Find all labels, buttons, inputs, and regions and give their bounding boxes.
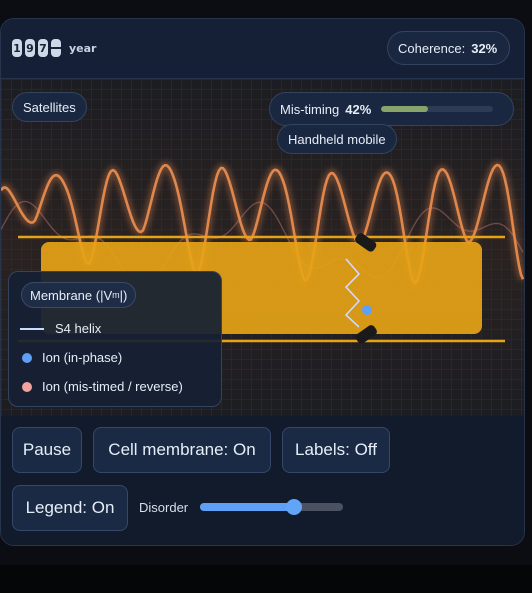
- mistiming-value: 42%: [345, 101, 372, 117]
- s4-helix-swatch: [20, 327, 44, 330]
- bottom-strip: [0, 565, 532, 593]
- coherence-badge: Coherence: 32%: [387, 31, 510, 65]
- legend-item-ion-in-phase: Ion (in-phase): [20, 350, 122, 365]
- disorder-slider-thumb[interactable]: [286, 499, 303, 515]
- year-label: year: [69, 41, 97, 55]
- disorder-label: Disorder: [139, 500, 189, 515]
- simulation-panel: 1 9 7 0 year Coherence: 32%: [0, 18, 525, 546]
- year-digit: 0: [51, 39, 61, 57]
- legend-item-label: S4 helix: [55, 321, 102, 336]
- handheld-label: Handheld mobile: [277, 124, 397, 154]
- coherence-value: 32%: [471, 40, 498, 56]
- disorder-slider-fill: [200, 503, 295, 511]
- year-digit: 1: [12, 39, 22, 57]
- mistiming-label: Mis-timing: [280, 101, 340, 117]
- pause-button[interactable]: Pause: [12, 427, 82, 473]
- legend-title-end: |): [119, 287, 128, 303]
- satellites-text: Satellites: [23, 99, 76, 115]
- year-digit: 9: [25, 39, 35, 57]
- legend-toggle[interactable]: Legend: On: [12, 485, 128, 531]
- legend-item-ion-mistimed: Ion (mis-timed / reverse): [20, 379, 183, 394]
- handheld-text: Handheld mobile: [288, 131, 386, 147]
- header-bar: 1 9 7 0 year Coherence: 32%: [1, 19, 524, 79]
- year-digit: 7: [38, 39, 48, 57]
- ion-in-phase: [362, 305, 372, 315]
- coherence-label: Coherence:: [398, 40, 466, 56]
- mistiming-badge: Mis-timing 42%: [269, 92, 514, 126]
- ion-in-phase-swatch: [22, 352, 32, 363]
- legend-panel: Membrane (|V m |) S4 helix Ion (in-phase) …: [8, 271, 222, 407]
- ion-mistimed-swatch: [22, 381, 32, 392]
- controls-panel: Pause Cell membrane: On Labels: Off Lege…: [1, 417, 524, 545]
- year-counter: 1 9 7 0 year: [12, 39, 96, 57]
- mistiming-bar: [381, 106, 494, 112]
- cell-membrane-toggle[interactable]: Cell membrane: On: [93, 427, 271, 473]
- legend-title-sub: m: [112, 290, 120, 300]
- legend-item-s4-helix: S4 helix: [20, 321, 101, 336]
- legend-title-text: Membrane (|V: [30, 287, 113, 303]
- legend-title: Membrane (|V m |): [21, 282, 137, 308]
- legend-item-label: Ion (in-phase): [42, 350, 123, 365]
- mistiming-bar-fill: [381, 106, 429, 112]
- labels-toggle[interactable]: Labels: Off: [282, 427, 390, 473]
- legend-item-label: Ion (mis-timed / reverse): [42, 379, 183, 394]
- disorder-slider[interactable]: [200, 499, 343, 515]
- satellites-label: Satellites: [12, 92, 87, 122]
